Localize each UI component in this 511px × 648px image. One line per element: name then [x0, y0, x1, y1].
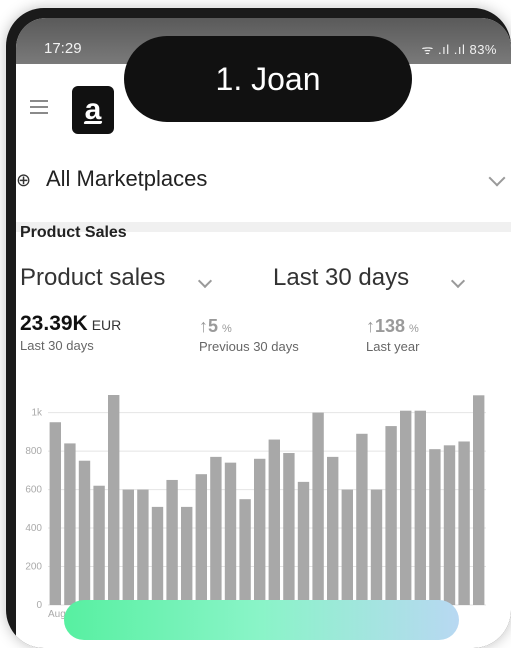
year-change-label: Last year — [366, 339, 420, 354]
total-sales-unit: EUR — [91, 317, 122, 333]
chart-bar[interactable] — [151, 506, 164, 605]
account-badge: 1. Joan — [124, 36, 412, 122]
chart-bar[interactable] — [283, 453, 295, 605]
chart-bar[interactable] — [429, 449, 441, 605]
prev-change-value: 5 — [208, 316, 219, 336]
status-time: 17:29 — [44, 40, 82, 57]
stat-total-sales: 23.39K EUR Last 30 days — [20, 312, 121, 353]
amazon-seller-logo: a — [72, 86, 114, 134]
prev-change-label: Previous 30 days — [199, 339, 299, 354]
chart-bar[interactable] — [108, 395, 120, 605]
chevron-down-icon — [488, 169, 506, 187]
chart-bar[interactable] — [473, 395, 485, 605]
stat-previous-period: ↑5% Previous 30 days — [199, 316, 299, 354]
y-tick-label: 600 — [25, 485, 42, 496]
chart-bar[interactable] — [181, 506, 193, 605]
chart-bar[interactable] — [49, 422, 61, 605]
chart-bar[interactable] — [64, 443, 76, 605]
chart-bar[interactable] — [312, 412, 324, 605]
y-tick-label: 0 — [36, 600, 42, 611]
chart-bar[interactable] — [137, 489, 149, 605]
marketplace-label: All Marketplaces — [46, 166, 208, 191]
chart-bar[interactable] — [224, 462, 237, 605]
y-tick-label: 200 — [25, 562, 42, 573]
chart-bar[interactable] — [414, 410, 426, 605]
y-tick-label: 400 — [25, 523, 42, 534]
sales-chart-svg: 1k8006004002000Aug — [25, 395, 486, 620]
chart-bar[interactable] — [341, 489, 353, 605]
globe-icon: ⊕ — [16, 170, 32, 190]
chart-bar[interactable] — [356, 433, 368, 605]
stat-last-year: ↑138% Last year — [366, 316, 419, 354]
chart-bar[interactable] — [443, 445, 456, 605]
status-icons: ᯤ .ıl .ıl 83% — [421, 42, 497, 57]
chart-bar[interactable] — [370, 489, 383, 605]
gradient-action-button[interactable] — [64, 600, 459, 640]
total-sales-label: Last 30 days — [20, 338, 94, 353]
arrow-up-icon: ↑ — [366, 316, 375, 336]
total-sales-value: 23.39K — [20, 312, 88, 335]
y-tick-label: 1k — [31, 408, 43, 419]
hamburger-menu-icon[interactable] — [30, 100, 48, 118]
logo-letter: a — [84, 93, 102, 126]
chart-bar[interactable] — [122, 489, 134, 605]
chart-bar[interactable] — [268, 439, 280, 605]
chart-bar[interactable] — [78, 460, 91, 605]
chart-bar[interactable] — [297, 481, 310, 605]
year-change-unit: % — [409, 323, 419, 335]
chart-bar[interactable] — [458, 441, 470, 605]
chart-bar[interactable] — [254, 458, 266, 605]
y-tick-label: 800 — [25, 446, 42, 457]
date-range-dropdown[interactable]: Last 30 days — [273, 264, 409, 292]
chart-bar[interactable] — [210, 456, 222, 605]
chart-bar[interactable] — [400, 410, 412, 605]
chart-bar[interactable] — [239, 499, 251, 605]
metric-dropdown[interactable]: Product sales — [20, 264, 165, 292]
sales-bar-chart: 1k 800 600 400 200 0 Aug — [20, 395, 488, 620]
chart-bar[interactable] — [385, 426, 397, 605]
chart-bar[interactable] — [166, 479, 178, 605]
marketplace-selector[interactable]: ⊕ All Marketplaces — [16, 144, 511, 232]
section-title: Product Sales — [20, 224, 127, 241]
year-change-value: 138 — [375, 316, 406, 336]
prev-change-unit: % — [222, 323, 232, 335]
arrow-up-icon: ↑ — [199, 316, 208, 336]
chart-bar[interactable] — [195, 474, 207, 605]
chart-bar[interactable] — [327, 456, 339, 605]
chart-bar[interactable] — [93, 485, 105, 605]
